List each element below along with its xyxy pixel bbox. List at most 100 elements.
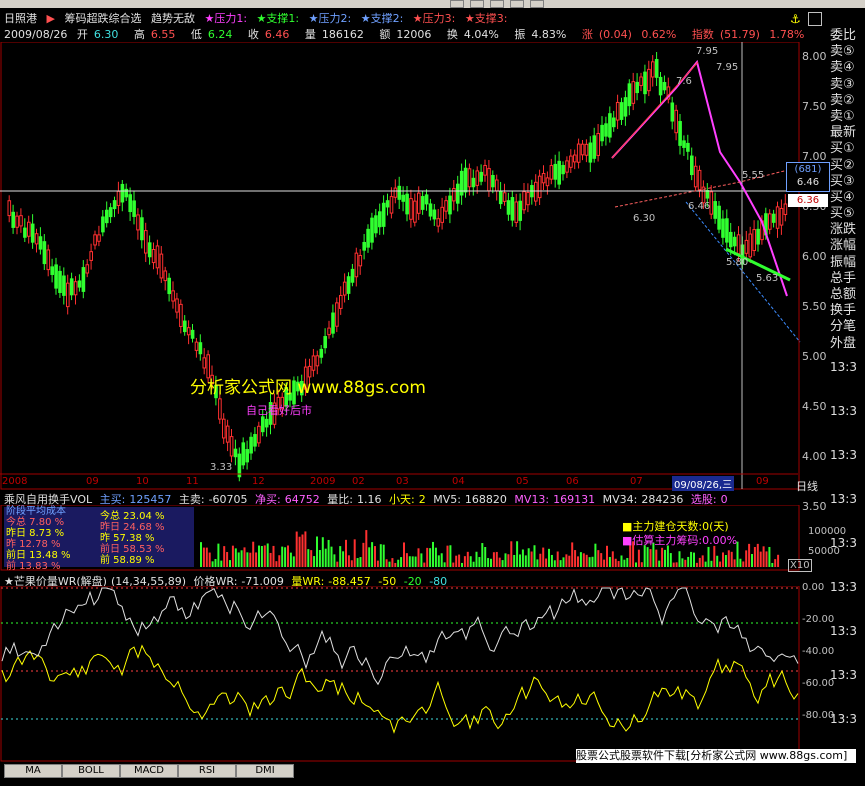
candle-body — [604, 123, 608, 137]
indicator-support2: ★支撑2: — [360, 12, 404, 25]
amplitude-label: 振 — [514, 28, 526, 41]
change-value: (0.04) — [598, 28, 632, 41]
footer-ad[interactable]: 股票公式股票软件下载[分析家公式网 www.88gs.com] — [576, 749, 856, 763]
tab-dmi[interactable]: DMI — [236, 764, 294, 778]
volume-bar — [771, 562, 774, 567]
high-marker: 7.95 — [696, 46, 719, 57]
cost-legend-item: 阶段平均成本 — [6, 506, 66, 517]
volume-bar — [698, 557, 701, 567]
volume-bar — [693, 552, 695, 567]
candle-body — [397, 185, 402, 200]
candle-body — [339, 294, 343, 309]
candle-body — [643, 71, 647, 95]
volume-bar — [559, 560, 562, 567]
candle-body — [171, 290, 175, 302]
candle-body — [444, 200, 448, 212]
candle-body — [237, 453, 242, 478]
candle-body — [89, 251, 94, 261]
mid-low-label: 6.30 — [633, 213, 656, 224]
candle-body — [241, 442, 246, 466]
candle-body — [374, 215, 378, 234]
menu-item-formula[interactable]: 筹码超跌综合选 — [64, 12, 141, 25]
volume-bar — [542, 547, 545, 567]
anchor-icon[interactable]: ⚓ — [790, 12, 801, 26]
window-minimize-icon[interactable] — [808, 12, 822, 26]
tab-macd[interactable]: MACD — [120, 764, 178, 778]
volume-bar — [252, 541, 255, 567]
volume-bar — [591, 556, 594, 567]
volume-bar — [759, 551, 762, 567]
cost-legend-mid-item: 昨 57.38 % — [100, 533, 155, 544]
volume-bar — [400, 557, 403, 567]
volume-bar — [446, 545, 449, 567]
x-tick: 09 — [86, 476, 99, 487]
play-icon[interactable]: ▶ — [47, 12, 55, 25]
candle-body — [405, 193, 409, 215]
candle-body — [479, 171, 483, 182]
scale-badge[interactable]: X10 — [788, 559, 812, 572]
candle-body — [537, 175, 542, 199]
volume-bar — [516, 541, 519, 567]
volume-bar — [577, 556, 579, 567]
menu-item-trend[interactable]: 趋势无敌 — [151, 12, 195, 25]
candle-body — [62, 275, 66, 296]
candle-body — [729, 231, 733, 248]
candle-body — [108, 207, 113, 218]
price-tick: 6.00 — [802, 250, 827, 263]
x-tick: 2009 — [310, 476, 336, 487]
tab-ma[interactable]: MA — [4, 764, 62, 778]
toolbar-button-4[interactable] — [510, 0, 524, 8]
volume-bar — [637, 549, 640, 567]
low-label: 低 — [190, 28, 202, 41]
volume-bar — [608, 556, 611, 567]
tab-rsi[interactable]: RSI — [178, 764, 236, 778]
candle-body — [526, 191, 530, 206]
volume-bar — [455, 555, 458, 567]
amplitude-value: 4.83% — [531, 28, 567, 41]
x-tick: 04 — [452, 476, 465, 487]
candle-body — [651, 61, 655, 78]
price-tick: 3.50 — [802, 500, 827, 513]
toolbar-button-3[interactable] — [490, 0, 504, 8]
wr-tick: -80.00 — [802, 710, 835, 721]
volume-bar — [745, 550, 748, 567]
volume-bar — [327, 539, 330, 567]
candle-body — [319, 348, 324, 358]
volume-bar — [722, 552, 724, 567]
amount-label: 额 — [379, 28, 391, 41]
volume-bar — [255, 552, 258, 567]
volume-bar — [200, 542, 202, 567]
candle-body — [514, 201, 519, 223]
candle-body — [705, 190, 710, 199]
bottom-low-label: 3.33 — [210, 462, 233, 473]
volume-bar — [379, 544, 382, 567]
period-label[interactable]: 日线 — [796, 478, 818, 494]
volume-bar — [405, 553, 408, 567]
candle-body — [534, 181, 538, 202]
candle-body — [346, 276, 351, 294]
candlestick-chart[interactable] — [0, 42, 830, 492]
quote-date: 2009/08/26 — [4, 28, 68, 41]
candle-body — [370, 217, 374, 243]
candle-body — [54, 264, 58, 289]
x-tick: 2008 — [2, 476, 28, 487]
candle-body — [175, 298, 179, 313]
volume-bar — [449, 545, 452, 567]
toolbar-button-2[interactable] — [470, 0, 484, 8]
volume-bar — [289, 552, 292, 567]
wr-chart[interactable] — [0, 586, 800, 762]
volume-bar — [724, 555, 727, 567]
candle-body — [101, 216, 105, 233]
turnover-label: 换 — [446, 28, 458, 41]
volume-bar — [707, 546, 710, 567]
volume-bar — [684, 559, 687, 567]
volume-bar — [623, 559, 626, 567]
volume-bar — [205, 547, 208, 567]
cost-legend-mid-item: 今总 23.04 % — [100, 511, 165, 522]
volume-bar — [275, 561, 278, 567]
save-icon[interactable] — [530, 0, 544, 8]
quote-row: 分笔 — [830, 319, 857, 335]
toolbar-button-1[interactable] — [450, 0, 464, 8]
volume-bar — [298, 536, 301, 567]
tab-boll[interactable]: BOLL — [62, 764, 120, 778]
